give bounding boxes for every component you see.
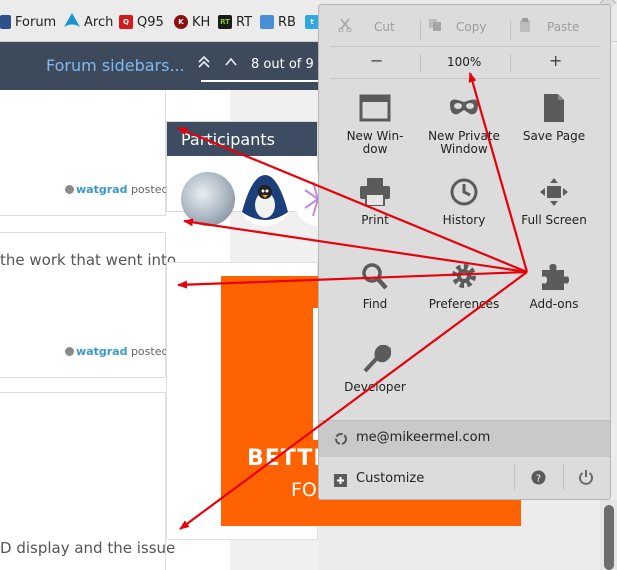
- kh-icon: K: [174, 15, 188, 29]
- bookmark-label: RB: [278, 14, 296, 30]
- svg-text:?: ?: [536, 474, 541, 485]
- rt-icon: RT: [218, 15, 232, 29]
- customize-icon: [334, 472, 347, 491]
- post-meta: watgrad posted a: [65, 183, 179, 196]
- participant-avatar[interactable]: [181, 172, 235, 226]
- divider: [514, 464, 515, 490]
- topic-title[interactable]: Forum sidebars...: [46, 56, 185, 75]
- bookmark-label: Arch: [84, 14, 114, 30]
- customize-button[interactable]: Customize: [356, 471, 424, 486]
- post-card: watgrad posted a: [0, 90, 179, 216]
- avatar: [65, 347, 74, 356]
- find-button[interactable]: Find: [330, 262, 420, 311]
- copy-icon: [428, 18, 442, 35]
- save-page-button[interactable]: Save Page: [509, 94, 599, 143]
- twitter-icon: t: [305, 15, 319, 29]
- zoom-reset-button[interactable]: 100%: [447, 55, 481, 69]
- history-icon: [419, 178, 509, 206]
- new-window-icon: [330, 94, 420, 122]
- private-window-icon: [419, 94, 509, 122]
- post-meta: watgrad posted a: [65, 345, 179, 358]
- avatar: [65, 185, 74, 194]
- divider: [330, 46, 600, 47]
- preferences-button[interactable]: Preferences: [419, 262, 509, 311]
- scrollbar-thumb[interactable]: [604, 505, 614, 570]
- jump-top-icon[interactable]: [197, 55, 211, 73]
- addons-button[interactable]: Add-ons: [509, 262, 599, 311]
- divider: [510, 20, 511, 40]
- bookmark-rt[interactable]: RT RT: [218, 12, 252, 32]
- account-email: me@mikeermel.com: [356, 430, 491, 445]
- print-button[interactable]: Print: [330, 178, 420, 227]
- clipboard-icon: [519, 18, 531, 35]
- post-card: D display and the issue: [0, 392, 175, 570]
- divider: [319, 456, 610, 457]
- ad-subline: FO: [291, 479, 317, 501]
- history-button[interactable]: History: [419, 178, 509, 227]
- bookmark-kh[interactable]: K KH: [174, 12, 210, 32]
- bookmark-rb[interactable]: RB: [260, 12, 296, 32]
- post-card: the work that went into watgrad posted a: [0, 232, 179, 378]
- divider: [420, 20, 421, 40]
- addons-icon: [509, 262, 599, 290]
- progress-bar: [201, 80, 318, 82]
- fullscreen-button[interactable]: Full Screen: [509, 178, 599, 227]
- zoom-in-button[interactable]: +: [549, 51, 562, 70]
- help-button[interactable]: ?: [531, 470, 546, 489]
- preferences-icon: [419, 262, 509, 290]
- zoom-out-button[interactable]: −: [370, 51, 383, 70]
- print-icon: [330, 178, 420, 206]
- cut-button[interactable]: Cut: [338, 18, 395, 35]
- sync-icon: [334, 431, 348, 450]
- arch-icon: [64, 13, 80, 31]
- author-link[interactable]: watgrad: [76, 345, 127, 358]
- bookmark-forum[interactable]: Forum: [0, 12, 56, 32]
- author-link[interactable]: watgrad: [76, 183, 127, 196]
- participants-title: Participants: [167, 122, 317, 156]
- bookmark-twitter[interactable]: t: [305, 12, 319, 32]
- divider: [510, 54, 511, 72]
- bookmark-label: Forum: [15, 14, 57, 30]
- bookmark-label: RT: [236, 14, 253, 30]
- new-window-button[interactable]: New Win- dow: [330, 94, 420, 156]
- private-window-button[interactable]: New Private Window: [419, 94, 509, 156]
- find-icon: [330, 262, 420, 290]
- quit-button[interactable]: [578, 469, 594, 489]
- post-body: D display and the issue: [0, 539, 176, 557]
- post-progress: 8 out of 9: [251, 57, 314, 72]
- divider: [563, 464, 564, 490]
- scissors-icon: [338, 18, 352, 35]
- q95-icon: Q: [119, 15, 133, 29]
- divider: [420, 54, 421, 72]
- paste-button[interactable]: Paste: [519, 18, 579, 35]
- participant-avatar[interactable]: [238, 172, 292, 226]
- bookmark-arch[interactable]: Arch: [64, 12, 113, 32]
- rb-icon: [260, 15, 274, 29]
- fullscreen-icon: [509, 178, 599, 206]
- developer-button[interactable]: Developer: [330, 345, 420, 394]
- bookmark-label: KH: [192, 14, 211, 30]
- previous-icon[interactable]: [224, 55, 238, 73]
- copy-button[interactable]: Copy: [428, 18, 486, 35]
- bookmark-label: Q95: [137, 14, 164, 30]
- bookmark-q95[interactable]: Q Q95: [119, 12, 164, 32]
- post-body: the work that went into: [0, 251, 177, 269]
- divider: [330, 78, 600, 79]
- wrench-icon: [330, 345, 420, 373]
- topic-header: Forum sidebars... 8 out of 9: [0, 42, 318, 90]
- save-page-icon: [509, 94, 599, 122]
- forum-icon: [0, 15, 11, 29]
